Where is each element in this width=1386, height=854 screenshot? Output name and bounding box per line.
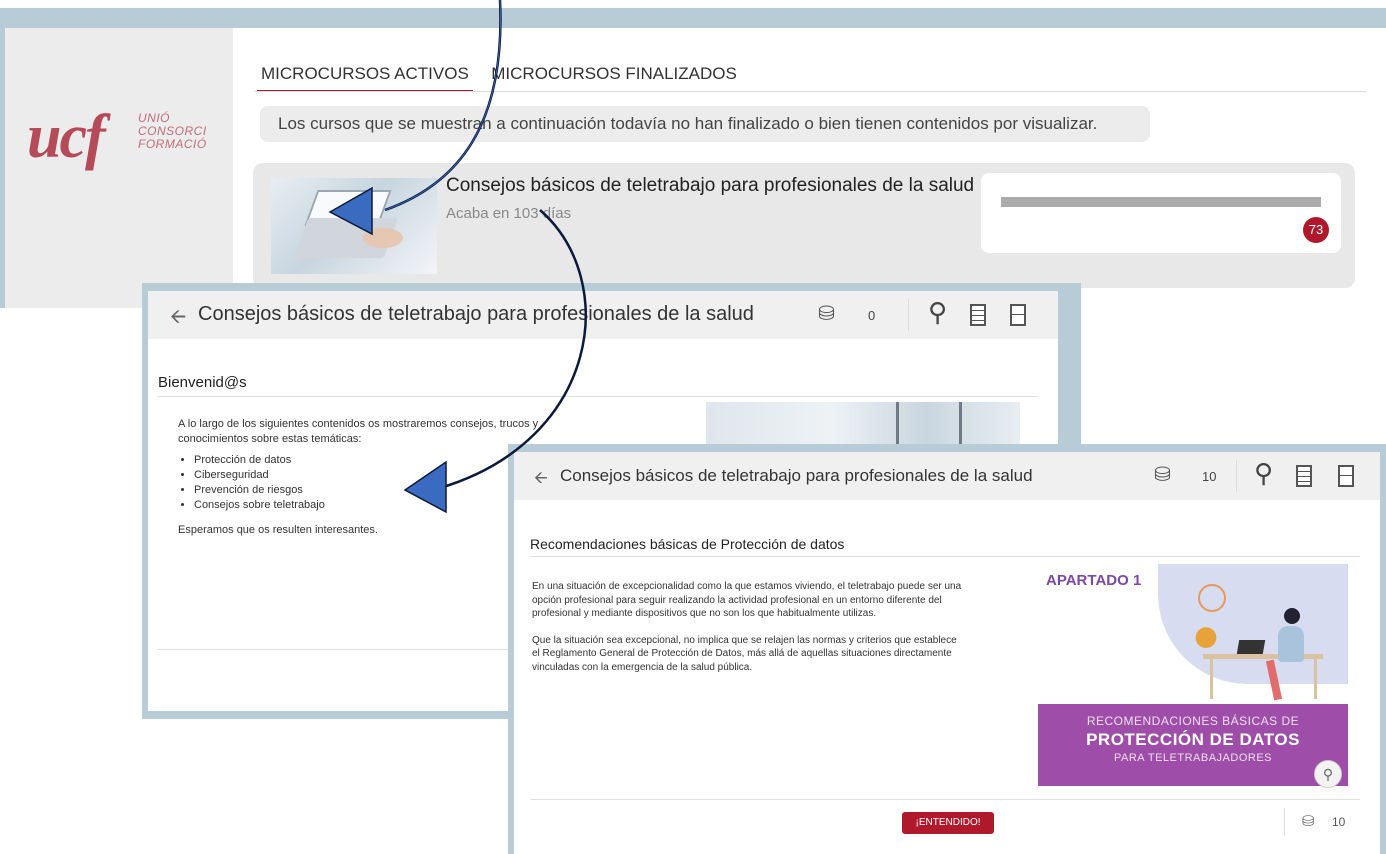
course-deadline: Acaba en 103 días: [446, 205, 572, 222]
logo-panel: ucf UNIÓ CONSORCI FORMACIÓ: [5, 28, 233, 308]
background-shape: [1158, 564, 1348, 684]
laptop-illustration: [1236, 640, 1266, 654]
tab-finished-courses[interactable]: MICROCURSOS FINALIZADOS: [487, 64, 741, 90]
footer-rule: [530, 799, 1360, 800]
course-card[interactable]: Consejos básicos de teletrabajo para pro…: [253, 163, 1355, 288]
ucf-logo: ucf: [27, 103, 106, 171]
understood-button[interactable]: ¡ENTENDIDO!: [902, 812, 994, 834]
header-shadow: [514, 500, 1380, 516]
list-icon[interactable]: [1296, 465, 1312, 487]
paragraph-2: Que la situación sea excepcional, no imp…: [532, 634, 957, 673]
progress-box: 73: [981, 173, 1341, 253]
header-divider: [908, 299, 909, 331]
desk-leg: [1210, 659, 1213, 699]
back-arrow-icon[interactable]: 🡨: [170, 302, 186, 336]
info-banner: Los cursos que se muestran a continuació…: [260, 106, 1150, 142]
banner-line-3: PARA TELETRABAJADORES: [1113, 752, 1273, 764]
footer-divider: [1284, 808, 1285, 836]
module-title: Consejos básicos de teletrabajo para pro…: [560, 466, 1033, 485]
course-list-panel: ucf UNIÓ CONSORCI FORMACIÓ MICROCURSOS A…: [5, 28, 1386, 308]
coins-icon: ⛁: [818, 303, 835, 325]
hand-illustration: [363, 228, 403, 248]
section-title: Recomendaciones básicas de Protección de…: [530, 536, 845, 552]
plant-illustration: [1193, 616, 1219, 652]
search-icon[interactable]: ⚲: [928, 297, 947, 328]
back-arrow-icon[interactable]: 🡨: [534, 465, 548, 494]
module-content-panel: 🡨 Consejos básicos de teletrabajo para p…: [514, 452, 1380, 854]
apartado-image[interactable]: APARTADO 1 RECOMENDACIONES BÁSICAS DE PR…: [1038, 564, 1348, 790]
intro-text: A lo largo de los siguientes contenidos …: [178, 418, 539, 445]
coins-count: 0: [868, 308, 876, 323]
desk-illustration: [1203, 654, 1323, 659]
course-title[interactable]: Consejos básicos de teletrabajo para pro…: [446, 175, 974, 197]
course-thumbnail[interactable]: [271, 178, 437, 274]
header-divider: [1236, 460, 1237, 492]
logo-text: UNIÓ CONSORCI FORMACIÓ: [138, 112, 207, 151]
desk-leg: [1314, 659, 1317, 699]
tab-active-courses[interactable]: MICROCURSOS ACTIVOS: [257, 64, 473, 92]
banner-line-2: PROTECCIÓN DE DATOS: [1086, 730, 1300, 749]
progress-bar: [1001, 197, 1321, 207]
person-body: [1278, 626, 1304, 662]
module-header: 🡨 Consejos básicos de teletrabajo para p…: [514, 452, 1380, 500]
module-title: Consejos básicos de teletrabajo para pro…: [198, 303, 754, 325]
header-shadow: [148, 339, 1058, 355]
course-tabs: MICROCURSOS ACTIVOS MICROCURSOS FINALIZA…: [257, 64, 751, 94]
coins-icon: ⛁: [1154, 464, 1171, 486]
course-list-screen: ucf UNIÓ CONSORCI FORMACIÓ MICROCURSOS A…: [0, 8, 1386, 308]
coins-count: 10: [1202, 469, 1217, 484]
report-icon[interactable]: [1338, 465, 1354, 487]
report-icon[interactable]: [1010, 304, 1026, 326]
paragraph-1: En una situación de excepcionalidad como…: [532, 581, 962, 619]
section-title: Bienvenid@s: [158, 374, 247, 391]
section-rule: [158, 396, 1038, 397]
person-head: [1284, 608, 1300, 624]
clock-icon: [1198, 584, 1226, 612]
zoom-icon[interactable]: ⚲: [1314, 760, 1342, 788]
progress-badge: 73: [1303, 217, 1329, 243]
coin-icon: ⛁: [1302, 813, 1315, 830]
banner-line-1: RECOMENDACIONES BÁSICAS DE: [1086, 714, 1300, 728]
list-icon[interactable]: [970, 304, 986, 326]
footer-coins-count: 10: [1332, 815, 1346, 829]
search-icon[interactable]: ⚲: [1254, 458, 1273, 489]
content-text: En una situación de excepcionalidad como…: [532, 580, 964, 687]
section-rule: [530, 556, 1360, 557]
module-header: 🡨 Consejos básicos de teletrabajo para p…: [148, 291, 1058, 339]
apartado-banner: RECOMENDACIONES BÁSICAS DE PROTECCIÓN DE…: [1038, 704, 1348, 786]
apartado-label: APARTADO 1: [1046, 572, 1142, 589]
logo-line-3: FORMACIÓ: [138, 137, 207, 151]
tab-divider: [255, 91, 1366, 92]
module-content-screen: 🡨 Consejos básicos de teletrabajo para p…: [508, 444, 1386, 854]
